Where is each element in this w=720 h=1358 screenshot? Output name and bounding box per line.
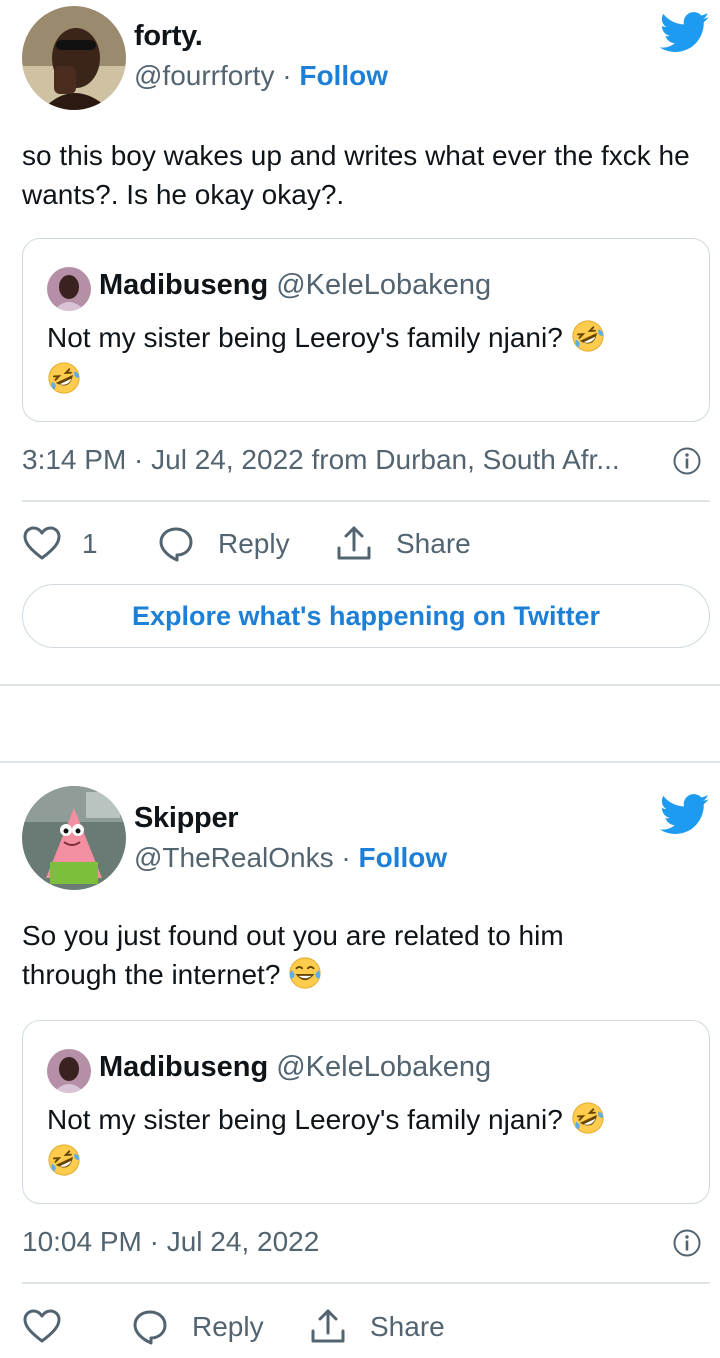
- tweet-card: forty. @fourrforty · Follow so this boy …: [0, 0, 720, 686]
- share-label: Share: [370, 1311, 445, 1342]
- reply-label: Reply: [218, 528, 290, 559]
- share-icon: [334, 524, 374, 564]
- quoted-tweet[interactable]: Madibuseng @KeleLobakeng Not my sister b…: [22, 238, 710, 422]
- share-label: Share: [396, 528, 471, 559]
- heart-icon: [22, 1307, 62, 1347]
- like-button[interactable]: 1: [22, 519, 98, 569]
- reply-button[interactable]: Reply: [130, 1302, 264, 1352]
- quoted-text: Not my sister being Leeroy's family njan…: [47, 322, 563, 353]
- tweet-card: Skipper @TheRealOnks · Follow So you jus…: [0, 762, 720, 1358]
- face-with-tears-of-joy-emoji-icon: [288, 956, 322, 990]
- quoted-text-block: Not my sister being Leeroy's family njan…: [47, 1099, 687, 1183]
- action-bar: Reply Share: [22, 1302, 712, 1352]
- follow-link[interactable]: Follow: [359, 842, 448, 873]
- tweet-timestamp[interactable]: 10:04 PM · Jul 24, 2022: [22, 1226, 319, 1258]
- separator: ·: [282, 60, 292, 91]
- quoted-author: Madibuseng @KeleLobakeng: [99, 1051, 491, 1084]
- author-name[interactable]: forty.: [134, 20, 203, 53]
- like-button[interactable]: [22, 1302, 62, 1352]
- quoted-author-name: Madibuseng: [99, 269, 269, 301]
- avatar[interactable]: [22, 6, 126, 110]
- info-icon[interactable]: [672, 446, 702, 476]
- divider: [22, 500, 710, 502]
- tweet-text: so this boy wakes up and writes what eve…: [22, 140, 690, 210]
- twitter-bird-icon[interactable]: [660, 12, 710, 54]
- card-bottom-border: [0, 684, 720, 686]
- rolling-on-floor-laughing-emoji-icon: [571, 1101, 605, 1135]
- author-handle-row: @fourrforty · Follow: [134, 60, 388, 92]
- reply-bubble-icon: [130, 1307, 170, 1347]
- author-handle[interactable]: @fourrforty: [134, 60, 274, 91]
- quoted-avatar: [47, 267, 91, 311]
- action-bar: 1 Reply Share: [22, 519, 712, 569]
- rolling-on-floor-laughing-emoji-icon: [47, 1143, 81, 1177]
- quoted-text: Not my sister being Leeroy's family njan…: [47, 1104, 563, 1135]
- info-icon[interactable]: [672, 1228, 702, 1258]
- share-icon: [308, 1307, 348, 1347]
- reply-bubble-icon: [156, 524, 196, 564]
- heart-icon: [22, 524, 62, 564]
- reply-button[interactable]: Reply: [156, 519, 290, 569]
- like-count: 1: [82, 528, 98, 559]
- quoted-author-handle: @KeleLobakeng: [276, 1051, 492, 1083]
- reply-label: Reply: [192, 1311, 264, 1342]
- avatar[interactable]: [22, 786, 126, 890]
- quoted-author-handle: @KeleLobakeng: [276, 269, 492, 301]
- twitter-bird-icon[interactable]: [660, 794, 710, 836]
- follow-link[interactable]: Follow: [299, 60, 388, 91]
- author-handle-row: @TheRealOnks · Follow: [134, 842, 447, 874]
- quoted-tweet[interactable]: Madibuseng @KeleLobakeng Not my sister b…: [22, 1020, 710, 1204]
- author-name[interactable]: Skipper: [134, 802, 239, 835]
- quoted-author-name: Madibuseng: [99, 1051, 269, 1083]
- author-handle[interactable]: @TheRealOnks: [134, 842, 334, 873]
- explore-button[interactable]: Explore what's happening on Twitter: [22, 584, 710, 648]
- share-button[interactable]: Share: [334, 519, 471, 569]
- quoted-author: Madibuseng @KeleLobakeng: [99, 269, 491, 302]
- rolling-on-floor-laughing-emoji-icon: [47, 361, 81, 395]
- divider: [22, 1282, 710, 1284]
- quoted-avatar: [47, 1049, 91, 1093]
- quoted-text-block: Not my sister being Leeroy's family njan…: [47, 317, 687, 401]
- separator: ·: [341, 842, 351, 873]
- share-button[interactable]: Share: [308, 1302, 445, 1352]
- tweet-text-block: So you just found out you are related to…: [22, 916, 622, 994]
- tweet-timestamp[interactable]: 3:14 PM · Jul 24, 2022 from Durban, Sout…: [22, 444, 620, 476]
- rolling-on-floor-laughing-emoji-icon: [571, 319, 605, 353]
